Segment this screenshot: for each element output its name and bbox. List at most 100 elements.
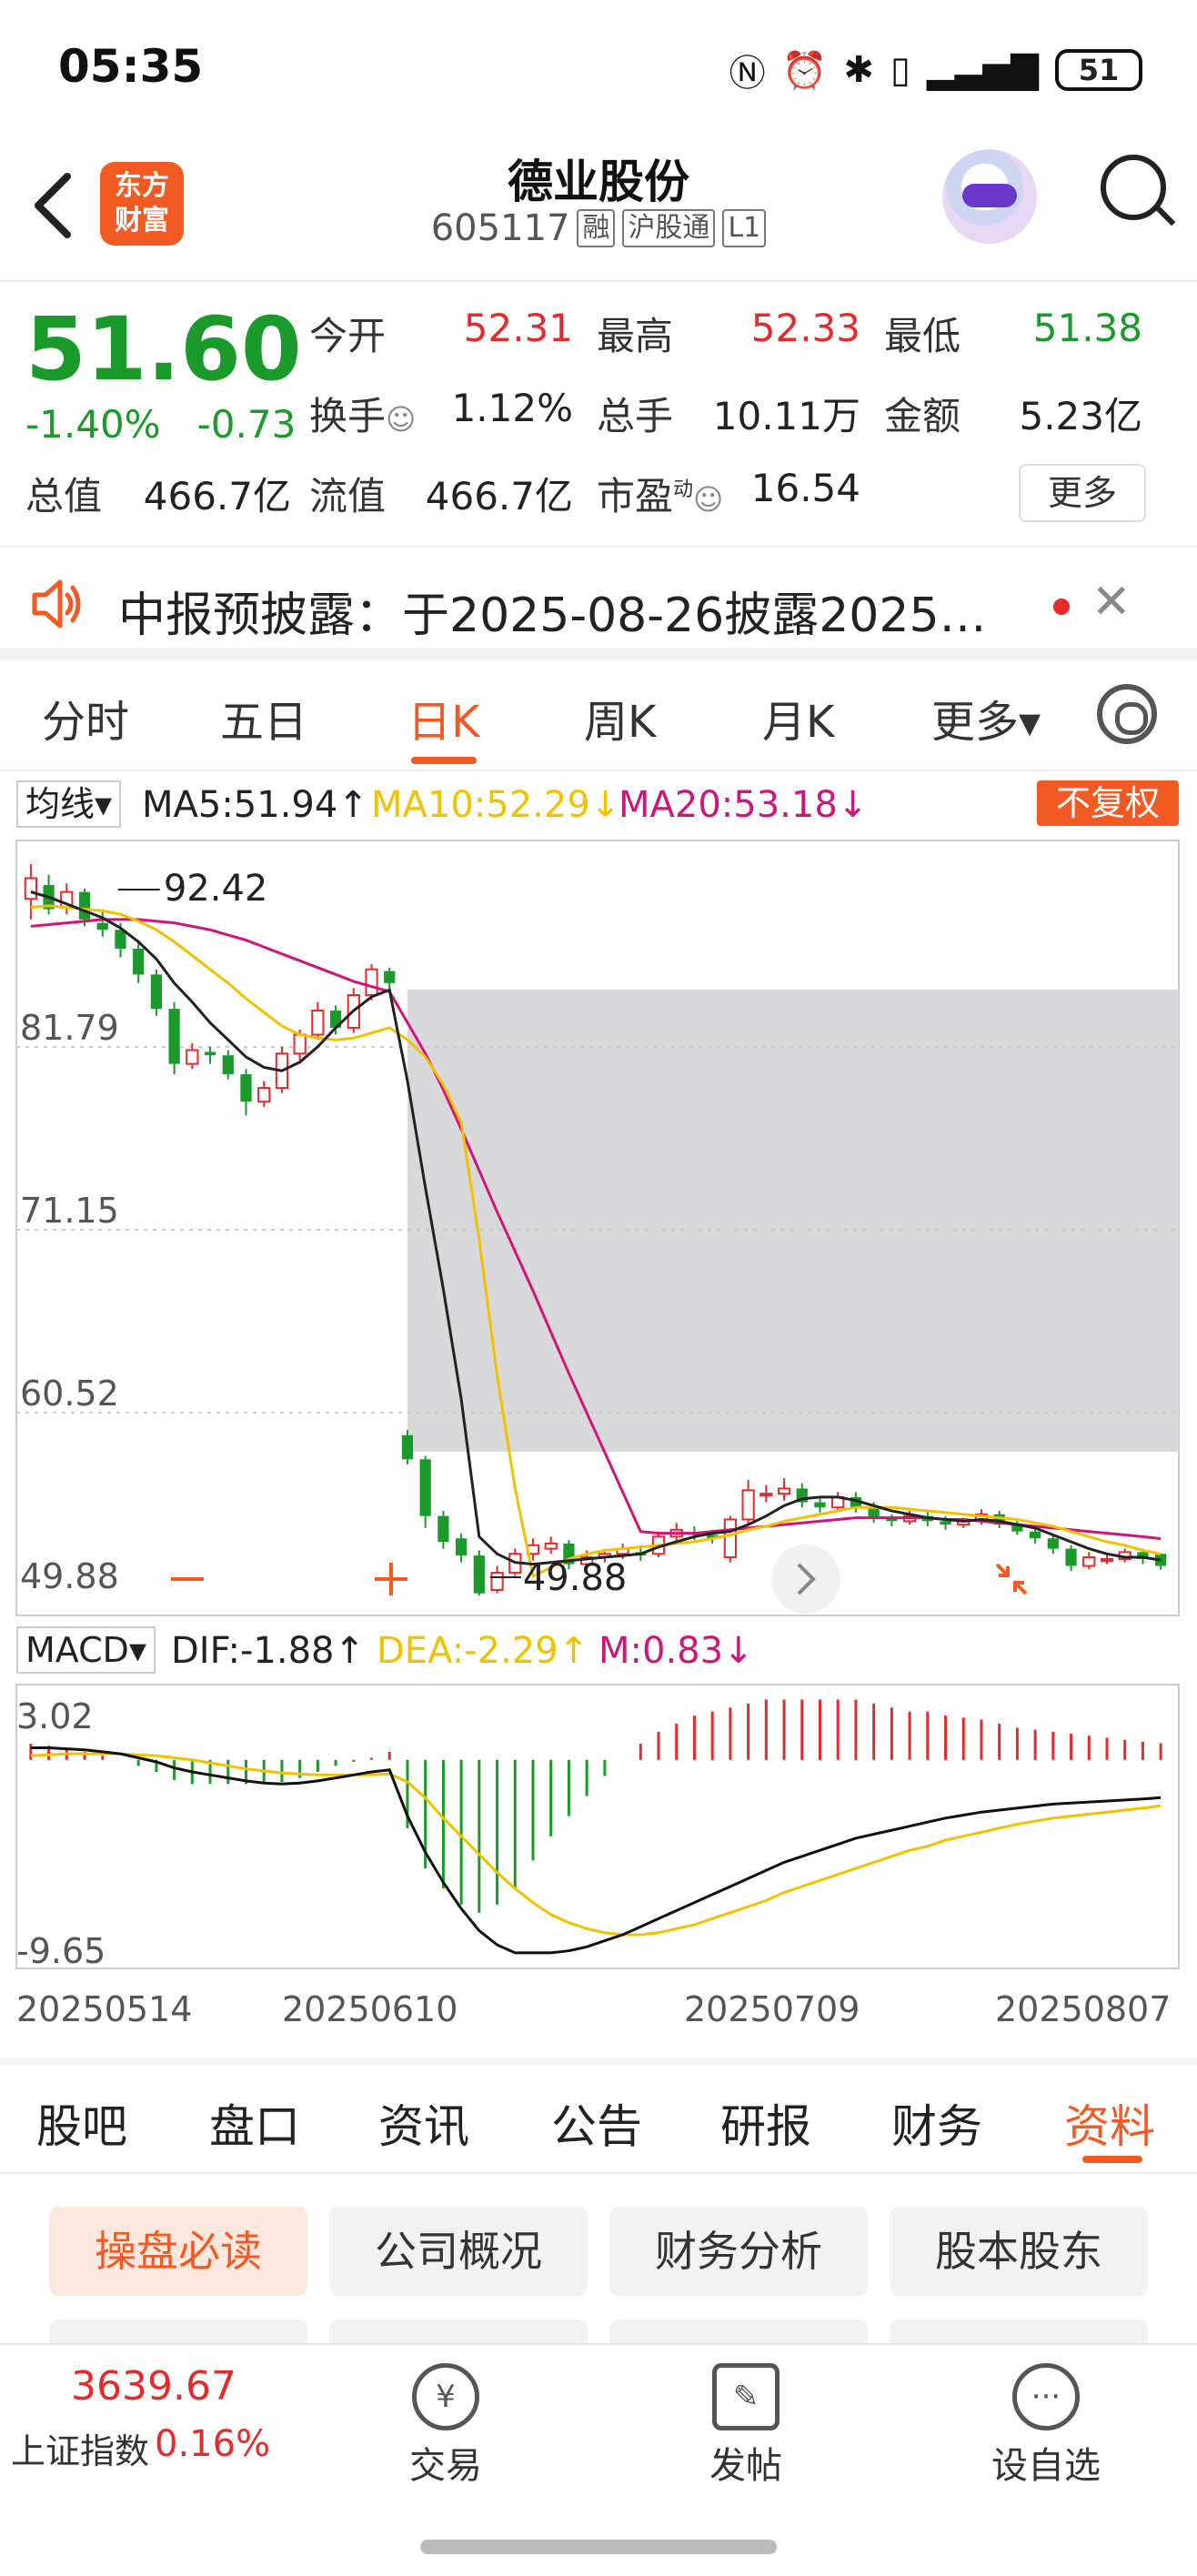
tab-announcements[interactable]: 公告 <box>551 2090 642 2156</box>
min-marker-label: 49.88 <box>523 1557 628 1599</box>
watch-label: 设自选 <box>991 2445 1101 2487</box>
macd-select[interactable]: MACD▾ <box>16 1626 156 1674</box>
tab-news[interactable]: 资讯 <box>378 2090 469 2156</box>
candle-body <box>257 1087 271 1103</box>
date-label: 20250610 <box>282 1989 458 2029</box>
candle-body <box>293 1033 307 1055</box>
notice-banner[interactable]: 中报预披露：于2025-08-26披露2025… ✕ <box>0 549 1197 660</box>
pe-label: 市盈动☺ <box>597 474 724 518</box>
low-value: 51.38 <box>1032 306 1142 350</box>
change-percent: -1.40% <box>25 402 161 447</box>
btn-shareholders[interactable]: 股本股东 <box>890 2207 1148 2296</box>
fullscreen-button[interactable] <box>977 1545 1046 1614</box>
y-axis-label: 81.79 <box>20 1008 119 1048</box>
date-axis-labels: 20250514 20250610 20250709 20250807 <box>16 1989 1171 2029</box>
candlestick-chart[interactable]: 81.79 71.15 60.52 49.88 92.42 49.88 <box>0 837 1197 1619</box>
tab-research[interactable]: 研报 <box>720 2090 811 2156</box>
bottom-bar: 3639.67 上证指数 0.16% ¥ 交易 ✎ 发帖 ··· 设自选 <box>0 2343 1197 2576</box>
last-price: 51.60 <box>25 298 302 400</box>
profile-sub-buttons: 操盘必读 公司概况 财务分析 股本股东 <box>0 2174 1197 2347</box>
status-icons: Ⓝ ⏰ ✱ ▯ ▂▃▅▇ 51 <box>729 47 1142 95</box>
candle-body <box>490 1572 504 1591</box>
btn-trading-guide[interactable]: 操盘必读 <box>49 2207 307 2296</box>
close-icon[interactable]: ✕ <box>1091 575 1132 629</box>
home-indicator <box>420 2540 777 2554</box>
ma5-value: MA5:51.94↑ <box>142 784 368 826</box>
status-bar: 05:35 Ⓝ ⏰ ✱ ▯ ▂▃▅▇ 51 <box>0 0 1197 136</box>
low-label: 最低 <box>884 314 961 358</box>
tab-intraday[interactable]: 分时 <box>42 686 129 750</box>
candle-body <box>473 1555 485 1594</box>
macd-chart[interactable]: 3.02 -9.65 20250514 20250610 20250709 202508… <box>0 1681 1197 2054</box>
amount-label: 金额 <box>884 394 961 438</box>
candle-body <box>186 1049 199 1065</box>
speaker-icon <box>27 575 86 633</box>
tab-underline <box>1082 2156 1142 2163</box>
tab-five-day[interactable]: 五日 <box>220 686 307 750</box>
tab-daily-k[interactable]: 日K <box>407 686 479 750</box>
btn-company-overview[interactable]: 公司概况 <box>329 2207 588 2296</box>
candle-body <box>741 1489 755 1521</box>
nfc-icon: Ⓝ <box>729 53 766 95</box>
tab-more[interactable]: 更多▾ <box>931 686 1041 750</box>
turnover-value: 1.12% <box>451 386 573 430</box>
section-divider <box>0 2058 1197 2065</box>
candle-body <box>78 891 91 920</box>
y-axis-label: 60.52 <box>20 1374 119 1414</box>
candle-body <box>1047 1538 1059 1549</box>
candle-body <box>1100 1557 1114 1562</box>
open-label: 今开 <box>309 314 387 358</box>
robot-face-icon <box>962 184 1017 207</box>
mktcap-value: 466.7亿 <box>143 474 291 518</box>
macd-y-label: 3.02 <box>16 1696 94 1736</box>
price-change: -1.40% -0.73 <box>25 402 296 447</box>
tab-monthly-k[interactable]: 月K <box>762 686 834 750</box>
macd-legend: MACD▾ DIF:-1.88↑ DEA:-2.29↑ M:0.83↓ <box>0 1625 1197 1675</box>
ma-legend: 均线▾ MA5:51.94↑ MA10:52.29↓ MA20:53.18↓ 不… <box>0 775 1197 830</box>
quote-panel: 51.60 -1.40% -0.73 今开 52.31 最高 52.33 最低 … <box>0 284 1197 548</box>
trade-button[interactable]: ¥ 交易 <box>364 2363 528 2489</box>
date-label: 20250807 <box>995 1989 1171 2029</box>
more-button[interactable]: 更多 <box>1019 464 1146 522</box>
index-change: 0.16% <box>155 2423 271 2465</box>
candle-body <box>455 1538 468 1556</box>
turnover-label: 换手☺ <box>309 394 417 438</box>
tab-forum[interactable]: 股吧 <box>36 2090 127 2156</box>
btn-financial-analysis[interactable]: 财务分析 <box>609 2207 868 2296</box>
float-value: 466.7亿 <box>425 474 573 518</box>
add-watchlist-button[interactable]: ··· 设自选 <box>964 2363 1128 2489</box>
notice-text: 中报预披露：于2025-08-26披露2025… <box>118 589 987 643</box>
more-dots-icon: ··· <box>1012 2363 1080 2430</box>
candle-body <box>96 922 108 931</box>
tab-finance[interactable]: 财务 <box>891 2090 982 2156</box>
y-axis-label: 71.15 <box>20 1191 119 1231</box>
ma20-value: MA20:53.18↓ <box>619 784 869 826</box>
change-amount: -0.73 <box>196 402 297 447</box>
volume-value: 10.11万 <box>712 394 860 438</box>
unread-dot <box>1053 599 1070 615</box>
signal-icon: ▂▃▅▇ <box>926 49 1039 91</box>
adjust-button[interactable]: 不复权 <box>1037 780 1179 826</box>
gear-icon[interactable] <box>1097 684 1157 744</box>
high-label: 最高 <box>597 314 674 358</box>
candle-body <box>401 1434 414 1460</box>
candle-body <box>24 877 37 901</box>
chart-period-tabs: 分时 五日 日K 周K 月K 更多▾ <box>0 662 1197 771</box>
candle-body <box>438 1515 449 1543</box>
indicator-select[interactable]: 均线▾ <box>16 780 122 828</box>
search-icon[interactable] <box>1101 155 1166 220</box>
battery-icon: 51 <box>1055 49 1142 91</box>
vibrate-icon: ▯ <box>890 49 910 91</box>
candle-body <box>868 1507 880 1518</box>
tab-weekly-k[interactable]: 周K <box>584 686 656 750</box>
next-button[interactable] <box>771 1545 840 1614</box>
candle-body <box>311 1010 325 1036</box>
index-value: 3639.67 <box>71 2363 236 2410</box>
tab-orderbook[interactable]: 盘口 <box>209 2090 300 2156</box>
bluetooth-icon: ✱ <box>843 49 874 91</box>
tab-profile[interactable]: 资料 <box>1064 2090 1155 2156</box>
candle-body <box>240 1073 252 1102</box>
post-button[interactable]: ✎ 发帖 <box>664 2363 828 2489</box>
level-tag: L1 <box>722 209 767 247</box>
ai-assistant-avatar[interactable] <box>942 149 1037 244</box>
